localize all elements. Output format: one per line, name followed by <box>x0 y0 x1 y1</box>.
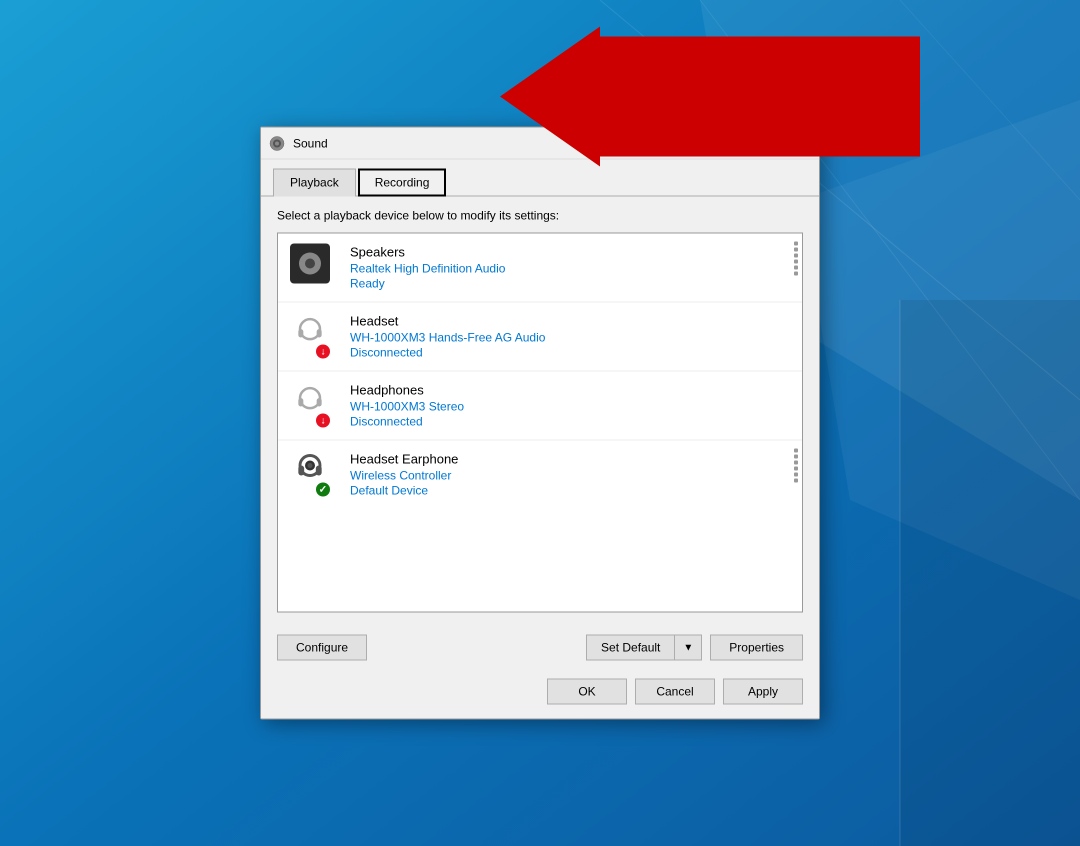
dialog-title: Sound <box>293 136 773 150</box>
dialog-content: Select a playback device below to modify… <box>261 197 819 625</box>
speaker-icon <box>290 244 330 284</box>
headphones-name: Headphones <box>350 383 790 398</box>
scroll-indicator-1 <box>794 242 798 276</box>
device-list[interactable]: Speakers Realtek High Definition Audio R… <box>277 233 803 613</box>
headset-earphone-icon-wrap: ✓ <box>290 451 338 499</box>
headset-info: Headset WH-1000XM3 Hands-Free AG Audio D… <box>350 314 790 360</box>
headset-status: Disconnected <box>350 346 790 360</box>
headset-status-badge: ↓ <box>314 343 332 361</box>
tab-bar: Playback Recording <box>261 160 819 197</box>
speakers-info: Speakers Realtek High Definition Audio R… <box>350 245 790 291</box>
headphones-status-badge: ↓ <box>314 412 332 430</box>
set-default-arrow[interactable]: ▼ <box>674 636 701 660</box>
device-item-headphones[interactable]: ↓ Headphones WH-1000XM3 Stereo Disconnec… <box>278 372 802 441</box>
speakers-icon-wrap <box>290 244 338 292</box>
headset-earphone-name: Headset Earphone <box>350 452 790 467</box>
set-default-button-group: Set Default ▼ <box>586 635 702 661</box>
button-row-2: OK Cancel Apply <box>261 671 819 719</box>
sound-icon <box>269 135 285 151</box>
headset-earphone-status-badge: ✓ <box>314 481 332 499</box>
device-item-speakers[interactable]: Speakers Realtek High Definition Audio R… <box>278 234 802 303</box>
instruction-text: Select a playback device below to modify… <box>277 209 803 223</box>
title-bar: Sound ✕ <box>261 128 819 160</box>
headphones-driver: WH-1000XM3 Stereo <box>350 400 790 414</box>
ok-button[interactable]: OK <box>547 679 627 705</box>
headphones-icon-wrap: ↓ <box>290 382 338 430</box>
cancel-button[interactable]: Cancel <box>635 679 715 705</box>
close-button[interactable]: ✕ <box>773 127 819 159</box>
headset-earphone-driver: Wireless Controller <box>350 469 790 483</box>
headset-driver: WH-1000XM3 Hands-Free AG Audio <box>350 331 790 345</box>
headset-icon-wrap: ↓ <box>290 313 338 361</box>
properties-button[interactable]: Properties <box>710 635 803 661</box>
button-row-1: Configure Set Default ▼ Properties <box>261 625 819 671</box>
device-item-headset[interactable]: ↓ Headset WH-1000XM3 Hands-Free AG Audio… <box>278 303 802 372</box>
set-default-main[interactable]: Set Default <box>587 636 674 660</box>
sound-dialog: Sound ✕ Playback Recording Select a play… <box>260 127 820 720</box>
speakers-name: Speakers <box>350 245 790 260</box>
speakers-status: Ready <box>350 277 790 291</box>
headset-earphone-status: Default Device <box>350 484 790 498</box>
headset-name: Headset <box>350 314 790 329</box>
configure-button[interactable]: Configure <box>277 635 367 661</box>
headset-earphone-info: Headset Earphone Wireless Controller Def… <box>350 452 790 498</box>
headphones-status: Disconnected <box>350 415 790 429</box>
device-item-headset-earphone[interactable]: ✓ Headset Earphone Wireless Controller D… <box>278 441 802 509</box>
tab-recording[interactable]: Recording <box>358 169 447 197</box>
tab-playback[interactable]: Playback <box>273 169 356 197</box>
scroll-indicator-2 <box>794 449 798 483</box>
headphones-info: Headphones WH-1000XM3 Stereo Disconnecte… <box>350 383 790 429</box>
apply-button[interactable]: Apply <box>723 679 803 705</box>
speakers-driver: Realtek High Definition Audio <box>350 262 790 276</box>
